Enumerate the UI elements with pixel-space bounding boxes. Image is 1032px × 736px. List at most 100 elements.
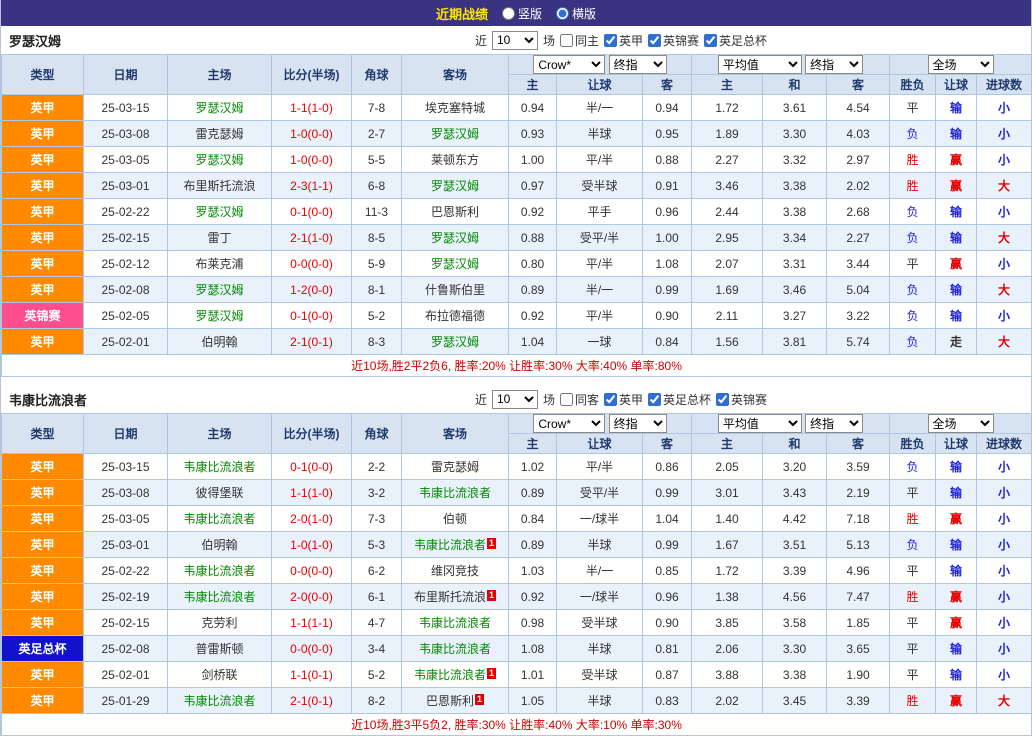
horizontal-radio-input[interactable] <box>556 7 569 20</box>
asia-away-odds: 0.87 <box>643 662 692 688</box>
section-head: 韦康比流浪者 近 10 场 同客 英甲 英足总杯 <box>1 385 1031 413</box>
euro-away-odds: 2.97 <box>827 147 890 173</box>
league-checkbox[interactable] <box>716 393 729 406</box>
asia-away-odds: 0.90 <box>643 610 692 636</box>
league-checkbox[interactable] <box>704 34 717 47</box>
result-cell: 平 <box>890 610 936 636</box>
league-badge: 英甲 <box>2 506 84 532</box>
asia-home-odds: 0.92 <box>509 303 557 329</box>
col-header-asia-away: 客 <box>643 434 692 454</box>
league-filter-3[interactable]: 英锦赛 <box>716 391 767 408</box>
cover-result-cell: 赢 <box>936 173 977 199</box>
league-checkbox[interactable] <box>604 34 617 47</box>
same-venue-filter[interactable]: 同客 <box>560 391 599 408</box>
league-checkbox[interactable] <box>604 393 617 406</box>
league-filter-1[interactable]: 英甲 <box>604 32 643 49</box>
match-date: 25-02-12 <box>84 251 168 277</box>
asia-company-select[interactable]: Crow* <box>533 414 605 433</box>
cover-result-cell: 输 <box>936 480 977 506</box>
asia-odds-group: Crow* 终指 <box>509 55 692 75</box>
recent-count-select[interactable]: 10 <box>492 31 538 50</box>
euro-home-odds: 3.85 <box>692 610 763 636</box>
focus-team-name: 韦康比流浪者 <box>183 590 255 604</box>
topbar: 近期战绩 竖版 横版 <box>1 0 1031 26</box>
result-group: 全场 <box>890 414 1032 434</box>
cover-result-cell: 输 <box>936 95 977 121</box>
euro-company-select[interactable]: 平均值 <box>718 55 802 74</box>
league-badge: 英甲 <box>2 480 84 506</box>
result-cell: 负 <box>890 121 936 147</box>
home-team-cell: 韦康比流浪者 <box>168 558 272 584</box>
match-score-cell: 1-2(0-0) <box>272 277 352 303</box>
league-checkbox[interactable] <box>648 393 661 406</box>
result-cell: 胜 <box>890 147 936 173</box>
match-date: 25-03-08 <box>84 480 168 506</box>
layout-radio-vertical[interactable]: 竖版 <box>502 5 542 22</box>
cover-result-cell: 输 <box>936 303 977 329</box>
away-team-cell: 巴恩斯利1 <box>402 688 509 714</box>
match-row: 英甲25-03-15韦康比流浪者0-1(0-0)2-2雷克瑟姆1.02平/半0.… <box>2 454 1032 480</box>
section-head: 罗瑟汉姆 近 10 场 同主 英甲 英锦赛 <box>1 26 1031 54</box>
matches-label: 场 <box>543 32 555 49</box>
league-filter-3[interactable]: 英足总杯 <box>704 32 767 49</box>
euro-company-select[interactable]: 平均值 <box>718 414 802 433</box>
home-team-cell: 罗瑟汉姆 <box>168 277 272 303</box>
league-filter-2[interactable]: 英锦赛 <box>648 32 699 49</box>
asia-stage-select[interactable]: 终指 <box>609 55 667 74</box>
euro-stage-select[interactable]: 终指 <box>805 414 863 433</box>
asia-away-odds: 0.96 <box>643 584 692 610</box>
match-score-cell: 1-0(1-0) <box>272 532 352 558</box>
euro-stage-select[interactable]: 终指 <box>805 55 863 74</box>
col-header-date: 日期 <box>84 414 168 454</box>
col-header-score: 比分(半场) <box>272 55 352 95</box>
asia-away-odds: 1.04 <box>643 506 692 532</box>
league-filter-label: 英锦赛 <box>731 391 767 408</box>
layout-radio-horizontal[interactable]: 横版 <box>556 5 596 22</box>
league-filter-2[interactable]: 英足总杯 <box>648 391 711 408</box>
home-team-cell: 伯明翰 <box>168 532 272 558</box>
col-header-euro-draw: 和 <box>763 75 827 95</box>
euro-away-odds: 2.19 <box>827 480 890 506</box>
match-date: 25-03-01 <box>84 532 168 558</box>
corner-score-cell: 4-7 <box>352 610 402 636</box>
focus-team-name: 罗瑟汉姆 <box>431 335 479 349</box>
home-team-cell: 雷克瑟姆 <box>168 121 272 147</box>
scope-select[interactable]: 全场 <box>928 414 994 433</box>
league-badge: 英甲 <box>2 454 84 480</box>
asia-stage-select[interactable]: 终指 <box>609 414 667 433</box>
match-score-cell: 0-0(0-0) <box>272 251 352 277</box>
recent-count-select[interactable]: 10 <box>492 390 538 409</box>
match-row: 英甲25-02-22罗瑟汉姆0-1(0-0)11-3巴恩斯利0.92平手0.96… <box>2 199 1032 225</box>
match-score-cell: 1-1(1-1) <box>272 610 352 636</box>
result-cell: 负 <box>890 277 936 303</box>
euro-away-odds: 5.04 <box>827 277 890 303</box>
scope-select[interactable]: 全场 <box>928 55 994 74</box>
corner-score-cell: 3-4 <box>352 636 402 662</box>
same-venue-checkbox[interactable] <box>560 34 573 47</box>
league-checkbox[interactable] <box>648 34 661 47</box>
league-filter-label: 英甲 <box>619 391 643 408</box>
league-filter-1[interactable]: 英甲 <box>604 391 643 408</box>
corner-score-cell: 8-2 <box>352 688 402 714</box>
header-select-row: 类型 日期 主场 比分(半场) 角球 客场 Crow* 终指 平均值 终指 <box>2 55 1032 75</box>
opponent-team-name: 布莱克浦 <box>195 257 243 271</box>
league-badge: 英甲 <box>2 199 84 225</box>
euro-odds-group: 平均值 终指 <box>692 55 890 75</box>
vertical-radio-input[interactable] <box>502 7 515 20</box>
matches-label: 场 <box>543 391 555 408</box>
opponent-team-name: 巴恩斯利 <box>426 694 474 708</box>
asia-company-select[interactable]: Crow* <box>533 55 605 74</box>
asia-away-odds: 0.91 <box>643 173 692 199</box>
asia-away-odds: 0.90 <box>643 303 692 329</box>
league-badge: 英甲 <box>2 532 84 558</box>
goals-result-cell: 小 <box>977 95 1032 121</box>
away-team-cell: 布里斯托流浪1 <box>402 584 509 610</box>
euro-home-odds: 2.02 <box>692 688 763 714</box>
cover-result-cell: 输 <box>936 662 977 688</box>
match-row: 英甲25-02-22韦康比流浪者0-0(0-0)6-2维冈竞技1.03半/一0.… <box>2 558 1032 584</box>
asia-away-odds: 0.95 <box>643 121 692 147</box>
euro-home-odds: 3.46 <box>692 173 763 199</box>
same-venue-checkbox[interactable] <box>560 393 573 406</box>
same-venue-filter[interactable]: 同主 <box>560 32 599 49</box>
cover-result-cell: 输 <box>936 454 977 480</box>
